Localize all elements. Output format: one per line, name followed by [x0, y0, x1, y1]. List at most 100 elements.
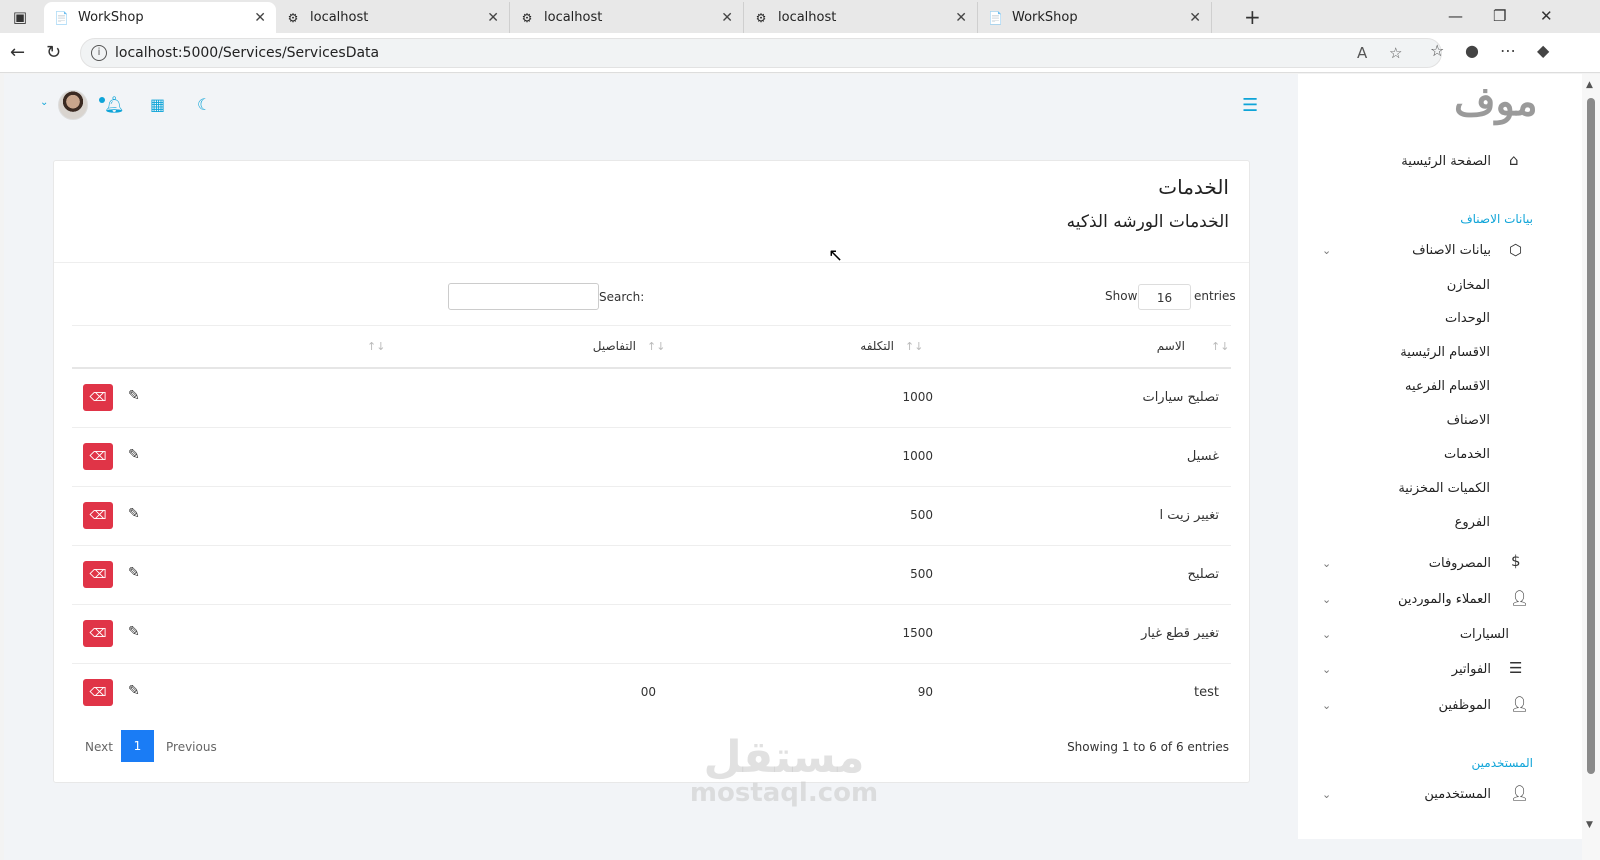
- menu-toggle-icon[interactable]: ☰: [1242, 95, 1258, 116]
- sidebar-subitem-units[interactable]: الوحدات: [1445, 311, 1490, 326]
- cell-details: 00: [640, 685, 656, 699]
- watermark-latin: mostaql.com: [689, 778, 879, 808]
- column-header-details[interactable]: التفاصيل: [593, 339, 636, 353]
- back-icon[interactable]: ←: [10, 42, 25, 63]
- tab-localhost-3[interactable]: ⚙ localhost ✕: [744, 2, 978, 33]
- edit-icon[interactable]: ✎: [128, 388, 140, 404]
- cube-icon: ⬡: [1509, 241, 1523, 259]
- sort-icon[interactable]: ↑↓: [905, 340, 923, 353]
- address-bar: ← ↻ i localhost:5000/Services/ServicesDa…: [0, 33, 1600, 73]
- site-info-icon[interactable]: i: [91, 45, 107, 61]
- sidebar-subitem-stock-quantities[interactable]: الكميات المخزنية: [1398, 481, 1490, 496]
- sort-icon[interactable]: ↑↓: [1211, 340, 1229, 353]
- sidebar-subitem-warehouses[interactable]: المخازن: [1447, 278, 1490, 293]
- new-tab-icon[interactable]: +: [1244, 5, 1261, 29]
- minimize-icon[interactable]: —: [1448, 7, 1463, 25]
- sort-icon[interactable]: ↑↓: [647, 340, 665, 353]
- delete-button[interactable]: ⌫: [83, 561, 113, 588]
- chevron-down-icon[interactable]: ⌄: [1322, 663, 1331, 676]
- chevron-down-icon[interactable]: ⌄: [1322, 244, 1331, 257]
- scroll-up-icon[interactable]: ▲: [1586, 80, 1593, 90]
- chevron-down-icon[interactable]: ⌄: [1322, 788, 1331, 801]
- profile-icon[interactable]: ●: [1465, 41, 1479, 60]
- sidebar-item-items-data[interactable]: بيانات الاصناف: [1412, 243, 1491, 258]
- tab-localhost-2[interactable]: ⚙ localhost ✕: [510, 2, 744, 33]
- table-info: Showing 1 to 6 of 6 entries: [1067, 740, 1229, 754]
- sidebar-item-expenses[interactable]: المصروفات: [1429, 556, 1491, 571]
- pagination-previous[interactable]: Previous: [166, 740, 217, 754]
- read-aloud-icon[interactable]: A: [1357, 44, 1367, 62]
- close-tab-icon[interactable]: ✕: [487, 10, 499, 26]
- chevron-down-icon[interactable]: ⌄: [1322, 557, 1331, 570]
- edit-icon[interactable]: ✎: [128, 447, 140, 463]
- tab-title: WorkShop: [78, 10, 144, 25]
- chevron-down-icon[interactable]: ⌄: [1322, 699, 1331, 712]
- url-field[interactable]: i localhost:5000/Services/ServicesData A…: [80, 38, 1442, 68]
- pagination-next[interactable]: Next: [85, 740, 113, 754]
- sidebar-subitem-main-sections[interactable]: الاقسام الرئيسية: [1400, 345, 1490, 360]
- cell-cost: 500: [910, 508, 933, 522]
- edit-icon[interactable]: ✎: [128, 565, 140, 581]
- tab-workshop-active[interactable]: 📄 WorkShop ✕: [44, 2, 276, 33]
- column-header-name[interactable]: الاسم: [1157, 339, 1185, 353]
- list-icon: ☰: [1509, 659, 1523, 677]
- close-tab-icon[interactable]: ✕: [955, 10, 967, 26]
- refresh-icon[interactable]: ↻: [46, 42, 61, 63]
- restore-icon[interactable]: ❐: [1493, 7, 1506, 25]
- delete-button[interactable]: ⌫: [83, 502, 113, 529]
- sort-icon[interactable]: ↑↓: [367, 340, 385, 353]
- sidebar-item-home[interactable]: الصفحة الرئيسية: [1401, 154, 1491, 169]
- tab-title: localhost: [310, 10, 369, 25]
- copilot-icon[interactable]: ◆: [1537, 41, 1549, 60]
- cell-cost: 90: [917, 685, 933, 699]
- favorites-icon[interactable]: ☆: [1430, 41, 1444, 60]
- sidebar-item-users[interactable]: المستخدمين: [1424, 787, 1491, 802]
- close-tab-icon[interactable]: ✕: [1189, 10, 1201, 26]
- favorite-star-icon[interactable]: ☆: [1389, 44, 1402, 62]
- dark-mode-moon-icon[interactable]: ☾: [197, 95, 211, 114]
- tab-workshop-2[interactable]: 📄 WorkShop ✕: [978, 2, 1212, 33]
- delete-button[interactable]: ⌫: [83, 679, 113, 706]
- edit-icon[interactable]: ✎: [128, 624, 140, 640]
- pagination-page-1[interactable]: 1: [121, 730, 154, 762]
- edit-icon[interactable]: ✎: [128, 683, 140, 699]
- page-title: الخدمات: [1158, 175, 1229, 199]
- page-scrollbar[interactable]: ▲ ▼: [1582, 74, 1600, 860]
- scroll-down-icon[interactable]: ▼: [1586, 820, 1593, 830]
- sidebar-subitem-items[interactable]: الاصناف: [1447, 413, 1490, 428]
- close-window-icon[interactable]: ✕: [1540, 7, 1553, 25]
- delete-button[interactable]: ⌫: [83, 384, 113, 411]
- apps-grid-icon[interactable]: ▦: [150, 95, 165, 114]
- sidebar-subitem-branches[interactable]: الفروع: [1455, 515, 1490, 530]
- close-tab-icon[interactable]: ✕: [254, 10, 266, 26]
- cell-cost: 1500: [902, 626, 933, 640]
- delete-button[interactable]: ⌫: [83, 620, 113, 647]
- tab-actions-icon[interactable]: ▣: [10, 7, 30, 27]
- sidebar-subitem-sub-sections[interactable]: الاقسام الفرعيه: [1405, 379, 1490, 394]
- sidebar-subitem-services[interactable]: الخدمات: [1444, 447, 1490, 462]
- scrollbar-thumb[interactable]: [1587, 98, 1595, 774]
- page-length-select[interactable]: 16: [1138, 284, 1191, 310]
- column-header-cost[interactable]: التكلفه: [860, 339, 894, 353]
- delete-button[interactable]: ⌫: [83, 443, 113, 470]
- chevron-down-icon[interactable]: ⌄: [1322, 628, 1331, 641]
- sidebar-item-invoices[interactable]: الفواتير: [1452, 662, 1491, 677]
- edit-icon[interactable]: ✎: [128, 506, 140, 522]
- sidebar-item-clients-suppliers[interactable]: العملاء والموردين: [1398, 592, 1491, 607]
- chevron-down-icon[interactable]: ⌄: [1322, 593, 1331, 606]
- sidebar: [1298, 74, 1582, 839]
- avatar[interactable]: [58, 90, 88, 120]
- search-input[interactable]: [448, 283, 599, 310]
- user-menu-chevron-icon[interactable]: ⌄: [40, 97, 48, 108]
- notification-bell-icon[interactable]: 🔔︎: [104, 95, 124, 114]
- sidebar-item-cars[interactable]: السيارات: [1460, 627, 1509, 642]
- close-tab-icon[interactable]: ✕: [721, 10, 733, 26]
- brand-logo[interactable]: موف: [1454, 78, 1538, 125]
- page-icon: ⚙: [287, 10, 299, 25]
- more-menu-icon[interactable]: ⋯: [1500, 41, 1516, 60]
- table-row: تصليح 500 ✎ ⌫: [72, 546, 1231, 605]
- sidebar-item-employees[interactable]: الموظفين: [1438, 698, 1491, 713]
- sidebar-heading-items: بيانات الاصناف: [1460, 212, 1533, 226]
- dollar-icon: $: [1511, 552, 1521, 570]
- tab-localhost-1[interactable]: ⚙ localhost ✕: [276, 2, 510, 33]
